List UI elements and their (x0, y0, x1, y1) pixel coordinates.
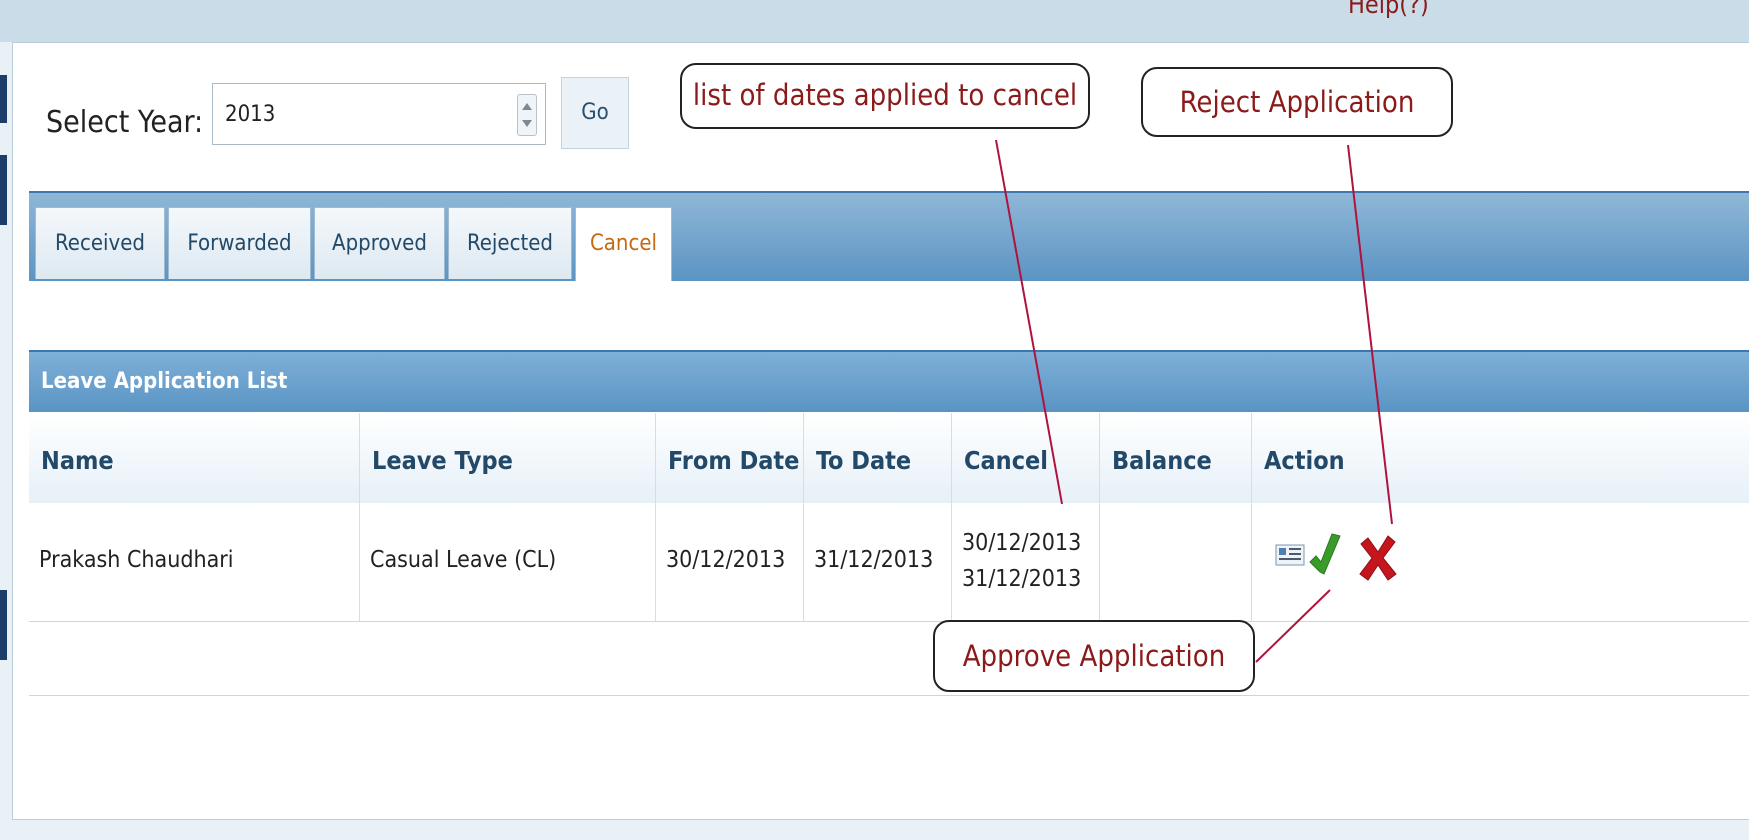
callout-approve-application: Approve Application (933, 620, 1255, 692)
callout-reject-application: Reject Application (1141, 67, 1453, 137)
callout-cancel-dates: list of dates applied to cancel (680, 63, 1090, 129)
